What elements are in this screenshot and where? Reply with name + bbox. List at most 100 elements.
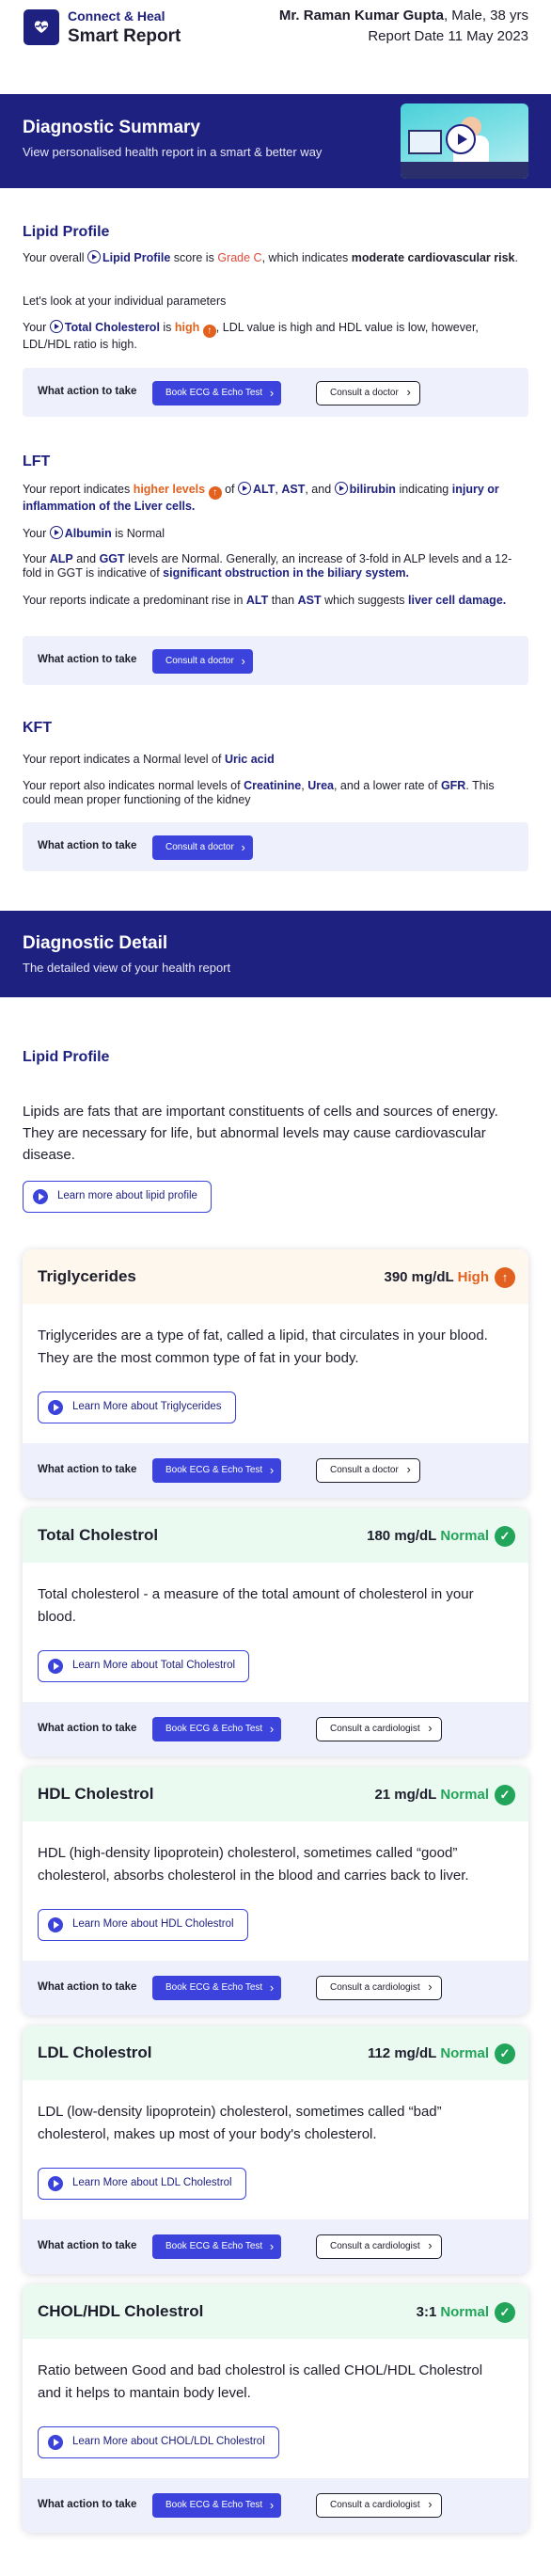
status-label: High <box>457 1269 489 1285</box>
lipid-summary-para3: Your Total Cholesterol is high ↑, LDL va… <box>23 320 521 352</box>
measured-value: 180 mg/dL <box>367 1528 437 1544</box>
text: Your <box>23 552 47 565</box>
play-circle-icon <box>33 1189 48 1204</box>
link-lipid-profile[interactable]: Lipid Profile <box>102 251 170 264</box>
play-video-icon[interactable] <box>446 124 476 154</box>
measured-value: 112 mg/dL <box>367 2045 437 2061</box>
text: is Normal <box>115 527 165 540</box>
link-alt[interactable]: ALT <box>253 483 275 496</box>
consult-doctor-button[interactable]: Consult a doctor <box>152 835 253 860</box>
card-header: Total Cholestrol 180 mg/dL Normal ✓ <box>23 1508 528 1563</box>
status-label: Normal <box>440 1528 489 1544</box>
consult-button[interactable]: Consult a doctor <box>316 1458 420 1483</box>
detail-section-title: Lipid Profile <box>23 1049 110 1065</box>
text: , and <box>305 483 332 496</box>
banner-title: Diagnostic Detail <box>23 933 168 953</box>
text: Your <box>23 321 47 334</box>
text: Your report indicates a Normal level of <box>23 753 222 766</box>
book-ecg-button[interactable]: Book ECG & Echo Test <box>152 2493 282 2518</box>
report-type: Smart Report <box>68 26 181 46</box>
card-value: 180 mg/dL Normal <box>367 1528 489 1544</box>
play-circle-icon <box>48 1400 63 1415</box>
action-label: What action to take <box>38 2499 137 2510</box>
play-circle-icon <box>48 2176 63 2191</box>
consult-doctor-button[interactable]: Consult a doctor <box>316 381 420 405</box>
measured-value: 3:1 <box>416 2304 437 2320</box>
video-illustration[interactable] <box>401 103 528 179</box>
play-circle-icon <box>48 1917 63 1932</box>
alt-text: ALT <box>245 594 269 607</box>
action-label: What action to take <box>38 1723 137 1734</box>
urea-text: Urea <box>307 779 334 792</box>
play-circle-icon <box>48 2435 63 2450</box>
link-total-cholesterol[interactable]: Total Cholesterol <box>65 321 160 334</box>
card-value: 21 mg/dL Normal <box>374 1787 489 1803</box>
text: of <box>225 483 235 496</box>
consult-doctor-button[interactable]: Consult a doctor <box>152 649 253 674</box>
banner-title: Diagnostic Summary <box>23 118 200 137</box>
section-title-lft: LFT <box>23 453 51 469</box>
text: Your report indicates <box>23 483 131 496</box>
parameter-card: HDL Cholestrol 21 mg/dL Normal ✓ HDL (high-d… <box>23 1767 528 2015</box>
book-ecg-button[interactable]: Book ECG & Echo Test <box>152 2234 282 2259</box>
learn-more-button[interactable]: Learn More about CHOL/LDL Cholestrol <box>38 2426 279 2458</box>
card-description: Total cholesterol - a measure of the tot… <box>38 1586 474 1625</box>
grade-badge: Grade C <box>217 251 262 264</box>
lipid-summary-para2: Let's look at your individual parameters <box>23 294 227 308</box>
heart-pulse-icon <box>34 21 49 33</box>
diagnostic-detail-banner: Diagnostic Detail The detailed view of y… <box>0 911 551 997</box>
text: Your reports indicate a predominant rise… <box>23 594 244 607</box>
consult-button[interactable]: Consult a cardiologist <box>316 1717 442 1741</box>
learn-more-button[interactable]: Learn More about Total Cholestrol <box>38 1650 250 1682</box>
consult-button[interactable]: Consult a cardiologist <box>316 1976 442 2000</box>
kft-para2: Your report also indicates normal levels… <box>23 779 495 806</box>
learn-more-button[interactable]: Learn More about HDL Cholestrol <box>38 1909 248 1941</box>
play-circle-icon[interactable] <box>49 526 63 539</box>
play-circle-icon[interactable] <box>238 482 252 495</box>
learn-label: Learn More about Total Cholestrol <box>72 1660 236 1671</box>
lipid-summary-para1: Your overall Lipid Profile score is Grad… <box>23 250 521 265</box>
learn-label: Learn More about HDL Cholestrol <box>72 1918 234 1930</box>
risk-text: moderate cardiovascular risk <box>351 251 515 264</box>
consult-button[interactable]: Consult a cardiologist <box>316 2234 442 2259</box>
arrow-up-icon: ↑ <box>208 486 222 500</box>
card-title: LDL Cholestrol <box>38 2043 152 2061</box>
text: Your <box>23 527 47 540</box>
learn-label: Learn More about LDL Cholestrol <box>72 2177 232 2188</box>
book-ecg-button[interactable]: Book ECG & Echo Test <box>152 1458 282 1483</box>
link-bilirubin[interactable]: bilirubin <box>350 483 396 496</box>
brand-logo <box>24 9 59 45</box>
book-ecg-button[interactable]: Book ECG & Echo Test <box>152 1976 282 2000</box>
gfr-text: GFR <box>440 779 466 792</box>
action-label: What action to take <box>38 2240 137 2251</box>
report-header: Connect & Heal Smart Report Mr. Raman Ku… <box>0 0 551 70</box>
learn-lipid-profile-button[interactable]: Learn more about lipid profile <box>23 1181 212 1213</box>
banner-subtitle: View personalised health report in a sma… <box>23 145 323 159</box>
link-ast[interactable]: AST <box>281 483 305 496</box>
play-circle-icon[interactable] <box>334 482 348 495</box>
lft-para4: Your reports indicate a predominant rise… <box>23 594 521 608</box>
book-ecg-button[interactable]: Book ECG & Echo Test <box>152 381 282 405</box>
card-value: 390 mg/dL High <box>384 1269 489 1285</box>
play-circle-icon[interactable] <box>87 250 102 263</box>
learn-more-button[interactable]: Learn More about Triglycerides <box>38 1391 236 1423</box>
ast-text: AST <box>297 594 322 607</box>
text: Your report also indicates normal levels… <box>23 779 241 792</box>
link-albumin[interactable]: Albumin <box>65 527 112 540</box>
learn-more-button[interactable]: Learn More about LDL Cholestrol <box>38 2168 246 2200</box>
text: is <box>163 321 172 334</box>
consult-button[interactable]: Consult a cardiologist <box>316 2493 442 2518</box>
card-title: Total Cholestrol <box>38 1526 159 1544</box>
book-ecg-button[interactable]: Book ECG & Echo Test <box>152 1717 282 1741</box>
text: than <box>271 594 295 607</box>
lipid-intro-text: Lipids are fats that are important const… <box>23 1104 498 1163</box>
uric-acid-text: Uric acid <box>224 753 275 766</box>
parameter-card: LDL Cholestrol 112 mg/dL Normal ✓ LDL (low-d… <box>23 2026 528 2274</box>
patient-name: Mr. Raman Kumar Gupta <box>278 8 444 24</box>
card-action-bar: What action to take Book ECG & Echo Test C… <box>23 1443 528 1498</box>
kft-para1: Your report indicates a Normal level of … <box>23 753 521 767</box>
card-header: HDL Cholestrol 21 mg/dL Normal ✓ <box>23 1767 528 1821</box>
card-title: CHOL/HDL Cholestrol <box>38 2302 204 2320</box>
measured-value: 390 mg/dL <box>384 1269 454 1285</box>
play-circle-icon[interactable] <box>49 320 63 333</box>
